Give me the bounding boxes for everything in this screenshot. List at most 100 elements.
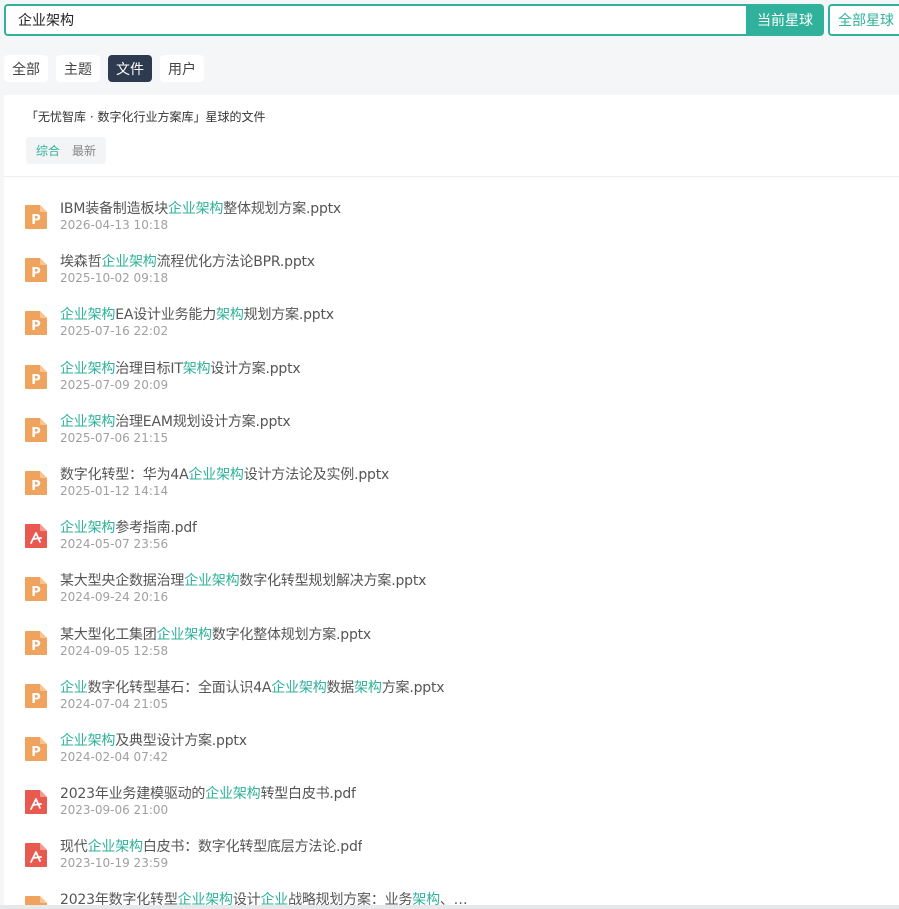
- file-item[interactable]: P 某大型央企数据治理企业架构数字化转型规划解决方案.pptx 2024-09-24…: [4, 567, 899, 620]
- file-item[interactable]: 现代企业架构白皮书：数字化转型底层方法论.pdf 2023-10-19 23:59: [4, 833, 899, 886]
- file-timestamp: 2025-07-16 22:02: [60, 324, 169, 339]
- file-timestamp: 2023-10-19 23:59: [60, 856, 169, 871]
- file-item[interactable]: P 埃森哲企业架构流程优化方法论BPR.pptx 2025-10-02 09:18: [4, 248, 899, 301]
- result-tabs: 全部 主题 文件 用户: [4, 55, 204, 82]
- results-panel: 「无忧智库 · 数字化行业方案库」星球的文件 综合 最新 P IBM装备制造板块企…: [4, 95, 899, 909]
- keyword-highlight: 企业架构: [60, 307, 116, 324]
- file-name-text: 设计方法论及实例.pptx: [243, 466, 390, 483]
- ppt-file-icon: P: [24, 417, 48, 443]
- horizontal-scrollbar[interactable]: [0, 905, 899, 909]
- keyword-highlight: 企业架构: [60, 413, 116, 430]
- file-name-text: 数字化转型：华为4A: [60, 466, 189, 483]
- keyword-highlight: 企业架构: [101, 254, 157, 271]
- file-name-text: EA设计业务能力: [115, 307, 217, 324]
- file-name-text: 白皮书：数字化转型底层方法论.pdf: [142, 839, 363, 856]
- file-name-text: 埃森哲: [60, 254, 102, 271]
- pdf-file-icon: [24, 789, 48, 815]
- file-name-text: 方案.pptx: [381, 679, 445, 696]
- keyword-highlight: 企业架构: [205, 786, 261, 803]
- file-name-text: 数字化整体规划方案.pptx: [211, 626, 372, 643]
- tab-files[interactable]: 文件: [108, 55, 152, 82]
- file-name-text: 参考指南.pdf: [115, 520, 197, 537]
- ppt-file-icon: P: [24, 683, 48, 709]
- results-header: 「无忧智库 · 数字化行业方案库」星球的文件 综合 最新: [4, 95, 899, 177]
- file-name[interactable]: 企业架构参考指南.pdf: [60, 517, 197, 537]
- file-item[interactable]: 企业架构参考指南.pdf 2024-05-07 23:56: [4, 514, 899, 567]
- keyword-highlight: 架构: [182, 360, 211, 377]
- svg-text:P: P: [31, 373, 41, 388]
- file-item[interactable]: P 企业架构治理目标IT架构设计方案.pptx 2025-07-09 20:09: [4, 355, 899, 408]
- ppt-file-icon: P: [24, 310, 48, 336]
- file-timestamp: 2024-09-05 12:58: [60, 643, 169, 658]
- file-name-text: 规划方案.pptx: [243, 307, 334, 324]
- search-row: 当前星球 全部星球: [4, 4, 899, 36]
- ppt-file-icon: P: [24, 576, 48, 602]
- ppt-file-icon: P: [24, 736, 48, 762]
- keyword-highlight: 企业: [60, 679, 88, 696]
- file-timestamp: 2026-04-13 10:18: [60, 218, 169, 232]
- sort-latest[interactable]: 最新: [66, 140, 102, 161]
- file-name-text: 数据: [326, 679, 355, 696]
- file-name-text: 转型白皮书.pdf: [260, 786, 356, 803]
- file-name[interactable]: 数字化转型：华为4A企业架构设计方法论及实例.pptx: [60, 464, 389, 484]
- file-timestamp: 2024-07-04 21:05: [60, 696, 169, 711]
- file-item[interactable]: P 企业架构EA设计业务能力架构规划方案.pptx 2025-07-16 22:02: [4, 301, 899, 354]
- svg-text:P: P: [31, 266, 41, 281]
- file-name[interactable]: 某大型央企数据治理企业架构数字化转型规划解决方案.pptx: [60, 570, 426, 590]
- svg-text:P: P: [31, 585, 41, 600]
- ppt-file-icon: P: [24, 630, 48, 656]
- keyword-highlight: 企业架构: [60, 360, 116, 377]
- keyword-highlight: 企业架构: [188, 466, 244, 483]
- file-timestamp: 2025-10-02 09:18: [60, 271, 169, 286]
- file-name-text: 现代: [60, 839, 88, 856]
- file-name-text: 某大型央企数据治理: [60, 573, 185, 590]
- file-item[interactable]: P IBM装备制造板块企业架构整体规划方案.pptx 2026-04-13 10:1…: [4, 195, 899, 248]
- file-name-text: 治理目标IT: [115, 360, 183, 377]
- file-item[interactable]: P 企业架构及典型设计方案.pptx 2024-02-04 07:42: [4, 727, 899, 780]
- file-list: P IBM装备制造板块企业架构整体规划方案.pptx 2026-04-13 10:1…: [4, 195, 899, 909]
- file-item[interactable]: P 企业数字化转型基石：全面认识4A企业架构数据架构方案.pptx 2024-07-…: [4, 674, 899, 727]
- file-timestamp: 2024-09-24 20:16: [60, 590, 169, 605]
- file-item[interactable]: P 某大型化工集团企业架构数字化整体规划方案.pptx 2024-09-05 12:…: [4, 621, 899, 674]
- file-name-text: 数字化转型基石：全面认识4A: [87, 679, 272, 696]
- search-current-planet-button[interactable]: 当前星球: [746, 4, 824, 36]
- tab-all[interactable]: 全部: [4, 55, 48, 82]
- file-name[interactable]: 企业架构及典型设计方案.pptx: [60, 730, 247, 750]
- file-name-text: 某大型化工集团: [60, 626, 157, 643]
- tab-topics[interactable]: 主题: [56, 55, 100, 82]
- file-name[interactable]: 埃森哲企业架构流程优化方法论BPR.pptx: [60, 251, 315, 271]
- svg-text:P: P: [31, 745, 41, 760]
- file-item[interactable]: 2023年业务建模驱动的企业架构转型白皮书.pdf 2023-09-06 21:0…: [4, 780, 899, 833]
- scope-title: 「无忧智库 · 数字化行业方案库」星球的文件: [26, 110, 266, 124]
- keyword-highlight: 企业架构: [168, 201, 224, 217]
- file-name-text: 整体规划方案.pptx: [223, 201, 342, 217]
- search-input[interactable]: [6, 6, 720, 34]
- keyword-highlight: 架构: [216, 307, 244, 324]
- file-name-text: 设计方案.pptx: [210, 360, 301, 377]
- file-name[interactable]: 企业架构EA设计业务能力架构规划方案.pptx: [60, 304, 334, 324]
- file-name-text: 数字化转型规划解决方案.pptx: [239, 573, 427, 590]
- file-name[interactable]: 现代企业架构白皮书：数字化转型底层方法论.pdf: [60, 836, 362, 856]
- keyword-highlight: 企业架构: [60, 732, 116, 749]
- search-box[interactable]: [4, 4, 750, 36]
- file-name-text: 2023年业务建模驱动的: [60, 786, 206, 803]
- keyword-highlight: 企业架构: [184, 573, 240, 590]
- pdf-file-icon: [24, 842, 48, 868]
- file-item[interactable]: P 企业架构治理EAM规划设计方案.pptx 2025-07-06 21:15: [4, 408, 899, 461]
- file-name[interactable]: 企业架构治理目标IT架构设计方案.pptx: [60, 358, 301, 378]
- keyword-highlight: 企业架构: [87, 839, 143, 856]
- sort-comprehensive[interactable]: 综合: [30, 140, 66, 161]
- file-timestamp: 2024-02-04 07:42: [60, 749, 169, 764]
- file-item[interactable]: P 数字化转型：华为4A企业架构设计方法论及实例.pptx 2025-01-12 1…: [4, 461, 899, 514]
- file-name-text: 治理EAM规划设计方案.pptx: [115, 413, 291, 430]
- file-name[interactable]: IBM装备制造板块企业架构整体规划方案.pptx: [60, 198, 341, 218]
- search-all-planets-button[interactable]: 全部星球: [828, 4, 899, 36]
- keyword-highlight: 企业架构: [156, 626, 212, 643]
- tab-users[interactable]: 用户: [160, 55, 204, 82]
- file-name[interactable]: 2023年业务建模驱动的企业架构转型白皮书.pdf: [60, 783, 356, 803]
- file-timestamp: 2025-07-06 21:15: [60, 430, 169, 445]
- file-name[interactable]: 企业数字化转型基石：全面认识4A企业架构数据架构方案.pptx: [60, 677, 444, 697]
- file-name[interactable]: 企业架构治理EAM规划设计方案.pptx: [60, 411, 291, 431]
- file-name[interactable]: 某大型化工集团企业架构数字化整体规划方案.pptx: [60, 624, 371, 644]
- sort-switch: 综合 最新: [26, 137, 107, 164]
